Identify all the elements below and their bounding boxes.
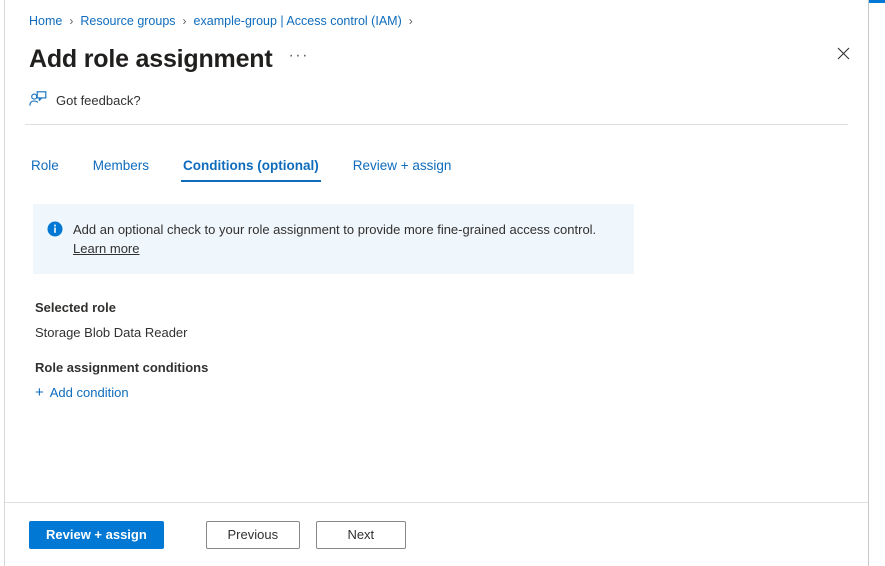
breadcrumb-separator-icon: ›	[182, 14, 187, 28]
learn-more-link[interactable]: Learn more	[73, 241, 139, 256]
breadcrumb: Home › Resource groups › example-group |…	[29, 0, 844, 36]
info-circle-icon	[47, 221, 63, 240]
breadcrumb-separator-icon: ›	[69, 14, 74, 28]
next-button[interactable]: Next	[315, 520, 406, 549]
tab-review-assign[interactable]: Review + assign	[351, 158, 454, 182]
close-button[interactable]	[828, 40, 858, 70]
close-icon	[837, 47, 850, 63]
blade-footer: Review + assign Previous Next	[5, 503, 868, 566]
add-condition-button[interactable]: + Add condition	[35, 385, 129, 400]
breadcrumb-item-example-group-iam[interactable]: example-group | Access control (IAM)	[194, 14, 402, 28]
selected-role-label: Selected role	[35, 300, 116, 315]
page-title: Add role assignment	[29, 44, 273, 73]
got-feedback-button[interactable]: Got feedback?	[29, 90, 141, 110]
feedback-person-icon	[29, 90, 47, 110]
role-assignment-conditions-label: Role assignment conditions	[35, 360, 209, 375]
tab-members[interactable]: Members	[91, 158, 151, 182]
previous-button[interactable]: Previous	[205, 520, 300, 549]
blade-content: Add an optional check to your role assig…	[5, 182, 868, 502]
title-row: Add role assignment ···	[29, 36, 844, 82]
got-feedback-label: Got feedback?	[56, 92, 141, 108]
add-condition-label: Add condition	[49, 385, 129, 400]
plus-icon: +	[35, 384, 44, 401]
tab-conditions-optional[interactable]: Conditions (optional)	[181, 158, 321, 182]
breadcrumb-item-home[interactable]: Home	[29, 14, 62, 28]
blade-header: Home › Resource groups › example-group |…	[5, 0, 868, 82]
review-assign-button[interactable]: Review + assign	[29, 520, 164, 549]
more-options-icon[interactable]: ···	[288, 47, 308, 71]
info-banner-text-wrap: Add an optional check to your role assig…	[73, 220, 613, 258]
breadcrumb-separator-icon: ›	[408, 14, 413, 28]
selected-role-value: Storage Blob Data Reader	[35, 325, 188, 340]
feedback-bar: Got feedback?	[5, 82, 868, 118]
info-banner-message: Add an optional check to your role assig…	[73, 222, 597, 237]
right-gutter	[870, 3, 885, 566]
breadcrumb-item-resource-groups[interactable]: Resource groups	[80, 14, 175, 28]
add-role-assignment-blade: Home › Resource groups › example-group |…	[4, 0, 869, 566]
wizard-tablist: Role Members Conditions (optional) Revie…	[5, 138, 868, 182]
header-divider	[25, 124, 848, 125]
info-banner: Add an optional check to your role assig…	[33, 204, 634, 274]
tab-role[interactable]: Role	[29, 158, 61, 182]
